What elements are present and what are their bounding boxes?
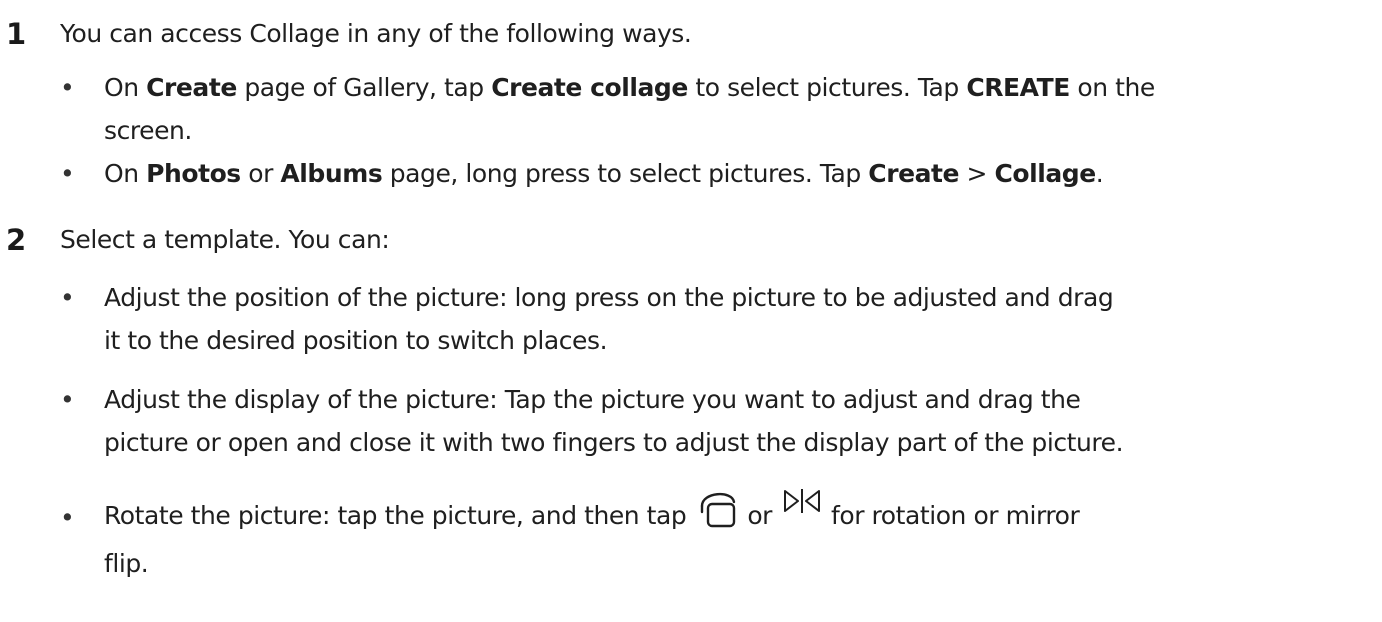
ui-term-create: Create [868,159,960,188]
list-item-text: On Create page of Gallery, tap Create co… [104,66,1374,152]
list-item-line: screen. [104,116,192,145]
step-number: 2 [6,223,27,257]
mirror-flip-icon [782,488,822,514]
bullet-dot: • [60,159,75,188]
text-run: > [959,159,995,188]
text-run: or [739,501,780,530]
text-run: page, long press to select pictures. Tap [382,159,869,188]
list-item-text: Adjust the position of the picture: long… [104,276,1374,362]
step-number: 1 [6,17,27,51]
bullet-dot: • [60,73,75,102]
list-item-line: On Photos or Albums page, long press to … [104,152,1374,195]
ui-term-albums: Albums [280,159,383,188]
text-run: . [1095,159,1104,188]
bullet-dot: • [60,283,75,312]
text-run: to select pictures. Tap [687,73,967,102]
bullet-dot: • [60,503,75,532]
list-item-line: Adjust the position of the picture: long… [104,283,1114,312]
instruction-document: 1 You can access Collage in any of the f… [0,0,1382,622]
text-run: for rotation or mirror [823,501,1080,530]
ui-term-create-page: Create [146,73,237,102]
ui-term-photos: Photos [146,159,241,188]
list-item-line: it to the desired position to switch pla… [104,326,608,355]
ui-term-collage: Collage [994,159,1097,188]
list-item-line: flip. [104,549,149,578]
text-run: page of Gallery, tap [236,73,492,102]
step-heading: You can access Collage in any of the fol… [60,19,692,48]
text-run: On [104,159,147,188]
ui-term-create-collage: Create collage [491,73,688,102]
list-item-line: Adjust the display of the picture: Tap t… [104,385,1081,414]
list-item-line: picture or open and close it with two fi… [104,428,1124,457]
step-heading: Select a template. You can: [60,225,390,254]
bullet-dot: • [60,385,75,414]
text-run: or [240,159,281,188]
list-item-line: On Create page of Gallery, tap Create co… [104,66,1374,109]
text-run: Rotate the picture: tap the picture, and… [104,501,694,530]
list-item-line: Rotate the picture: tap the picture, and… [104,484,1374,546]
ui-term-create-button: CREATE [966,73,1070,102]
rotate-icon [696,484,738,530]
text-run: on the [1069,73,1155,102]
list-item-text: On Photos or Albums page, long press to … [104,152,1374,195]
list-item-text: Adjust the display of the picture: Tap t… [104,378,1374,464]
text-run: On [104,73,147,102]
list-item-text: Rotate the picture: tap the picture, and… [104,484,1374,582]
